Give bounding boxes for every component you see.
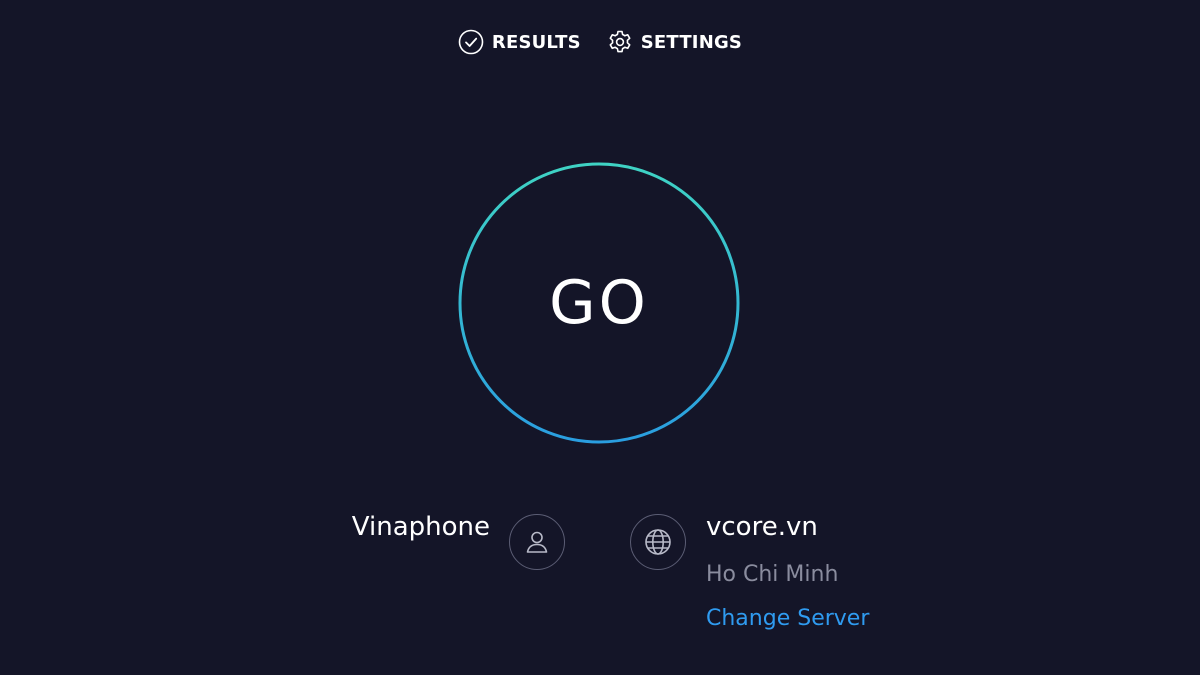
server-host: vcore.vn — [706, 512, 818, 542]
go-label: GO — [549, 268, 649, 338]
settings-label: SETTINGS — [640, 31, 743, 53]
server-badge — [630, 514, 686, 570]
results-label: RESULTS — [491, 31, 581, 53]
globe-icon — [645, 529, 671, 555]
results-nav-button[interactable]: RESULTS — [458, 24, 581, 60]
isp-badge — [509, 514, 565, 570]
speedtest-page: RESULTS SETTINGS GO Vinaphone vcore.vn H… — [0, 0, 1200, 675]
user-icon — [526, 531, 548, 553]
top-nav: RESULTS SETTINGS — [0, 24, 1200, 60]
settings-nav-button[interactable]: SETTINGS — [607, 24, 742, 60]
server-location: Ho Chi Minh — [706, 562, 839, 587]
gear-icon — [609, 30, 631, 53]
change-server-link[interactable]: Change Server — [706, 606, 869, 631]
go-button[interactable]: GO — [458, 162, 740, 444]
isp-name: Vinaphone — [351, 512, 490, 542]
check-circle-icon — [458, 29, 484, 55]
